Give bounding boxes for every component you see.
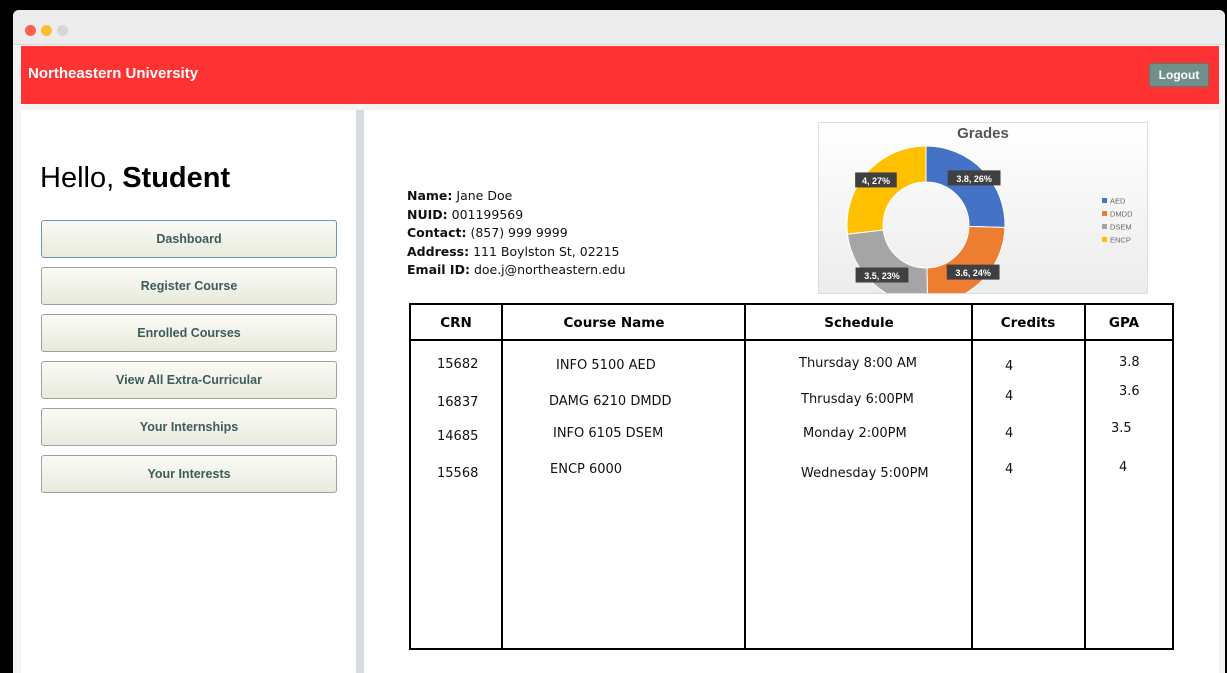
cell-credits: 4 — [1005, 426, 1014, 441]
app-header: Northeastern University Logout — [21, 46, 1219, 104]
header-course-name: Course Name — [563, 315, 665, 331]
header-gpa: GPA — [1108, 315, 1140, 331]
header-crn: CRN — [440, 315, 472, 331]
table-col-divider — [501, 305, 503, 648]
svg-text:3.5, 23%: 3.5, 23% — [864, 271, 900, 281]
app-window: Northeastern University Logout Hello, St… — [13, 10, 1225, 673]
cell-schedule: Thursday 8:00 AM — [799, 356, 918, 371]
legend-swatch-dmdd — [1102, 211, 1107, 216]
legend-label-dsem: DSEM — [1110, 223, 1132, 232]
table-col-divider — [744, 305, 746, 648]
logout-button[interactable]: Logout — [1149, 63, 1209, 87]
cell-course-name: ENCP 6000 — [550, 462, 623, 477]
data-label-aed: 3.8, 26% — [947, 170, 1001, 186]
legend-swatch-aed — [1102, 198, 1107, 203]
grades-donut-svg: 3.8, 26% 3.6, 24% 3.5, 23% 4, 27% AED DMDD DSE… — [846, 145, 1133, 293]
svg-text:4, 27%: 4, 27% — [862, 176, 890, 186]
email-row: Email ID: doe.j@northeastern.edu — [407, 262, 626, 277]
student-nuid: 001199569 — [451, 206, 524, 222]
view-extra-curricular-button[interactable]: View All Extra-Curricular — [41, 361, 337, 399]
legend-swatch-dsem — [1102, 224, 1107, 229]
enrolled-courses-button[interactable]: Enrolled Courses — [41, 314, 337, 352]
cell-gpa: 3.8 — [1119, 355, 1140, 370]
legend-label-aed: AED — [1110, 197, 1126, 206]
cell-schedule: Monday 2:00PM — [803, 426, 907, 441]
grades-chart: Grades 3.8, 26% 3.6, 24% 3.5, 23% 4, 27% AED… — [818, 122, 1148, 294]
student-name: Jane Doe — [456, 188, 513, 203]
cell-gpa: 3.5 — [1111, 421, 1132, 436]
table-header-divider — [411, 339, 1172, 341]
cell-gpa: 4 — [1119, 460, 1128, 475]
legend-label-encp: ENCP — [1110, 236, 1131, 245]
legend-swatch-encp — [1102, 237, 1107, 242]
window-titlebar — [13, 10, 1225, 45]
courses-table: CRN Course Name Schedule Credits GPA 156… — [409, 303, 1174, 650]
nuid-row: NUID: 001199569 — [407, 206, 524, 222]
cell-schedule: Thrusday 6:00PM — [801, 392, 914, 407]
legend-label-dmdd: DMDD — [1110, 210, 1133, 219]
slice-aed — [925, 145, 1006, 229]
internships-button[interactable]: Your Internships — [41, 408, 337, 446]
cell-credits: 4 — [1005, 389, 1014, 404]
svg-text:3.6, 24%: 3.6, 24% — [955, 268, 991, 278]
data-label-dsem: 3.5, 23% — [855, 267, 909, 283]
main-content: Name: Jane Doe NUID: 001199569 Contact: … — [364, 110, 1219, 673]
cell-crn: 15568 — [437, 466, 479, 481]
student-email: doe.j@northeastern.edu — [473, 262, 626, 277]
sidebar: Hello, Student Dashboard Register Course… — [21, 110, 357, 673]
register-course-button[interactable]: Register Course — [41, 267, 337, 305]
svg-text:3.8, 26%: 3.8, 26% — [956, 174, 992, 184]
student-contact: (857) 999 9999 — [470, 225, 568, 240]
cell-crn: 15682 — [437, 357, 479, 372]
cell-course-name: DAMG 6210 DMDD — [549, 394, 672, 409]
greeting-role: Student — [122, 162, 231, 194]
close-window-button[interactable] — [25, 25, 36, 36]
cell-credits: 4 — [1005, 359, 1014, 374]
data-label-encp: 4, 27% — [855, 172, 897, 188]
contact-row: Contact: (857) 999 9999 — [407, 225, 568, 240]
student-address: 111 Boylston St, 02215 — [473, 243, 620, 259]
dashboard-button[interactable]: Dashboard — [41, 220, 337, 258]
interests-button[interactable]: Your Interests — [41, 455, 337, 493]
slice-dmdd — [926, 225, 1006, 293]
slice-dsem — [846, 229, 928, 293]
greeting: Hello, Student — [40, 162, 230, 195]
cell-schedule: Wednesday 5:00PM — [801, 466, 929, 481]
cell-course-name: INFO 6105 DSEM — [553, 426, 664, 441]
table-col-divider — [971, 305, 973, 648]
brand-title: Northeastern University — [28, 65, 199, 82]
name-row: Name: Jane Doe — [407, 188, 513, 203]
header-credits: Credits — [1000, 315, 1056, 331]
table-col-divider — [1084, 305, 1086, 648]
cell-gpa: 3.6 — [1119, 384, 1140, 399]
student-info: Name: Jane Doe NUID: 001199569 Contact: … — [407, 187, 626, 280]
cell-crn: 16837 — [437, 395, 479, 410]
header-schedule: Schedule — [824, 315, 894, 331]
cell-course-name: INFO 5100 AED — [556, 358, 656, 373]
slice-encp — [846, 145, 927, 235]
data-label-dmdd: 3.6, 24% — [946, 264, 1000, 280]
cell-credits: 4 — [1005, 462, 1014, 477]
minimize-window-button[interactable] — [41, 25, 52, 36]
split-pane-divider[interactable] — [356, 110, 364, 673]
maximize-window-button[interactable] — [57, 25, 68, 36]
greeting-hello: Hello, — [40, 162, 115, 194]
address-row: Address: 111 Boylston St, 02215 — [407, 243, 620, 259]
cell-crn: 14685 — [437, 429, 479, 444]
